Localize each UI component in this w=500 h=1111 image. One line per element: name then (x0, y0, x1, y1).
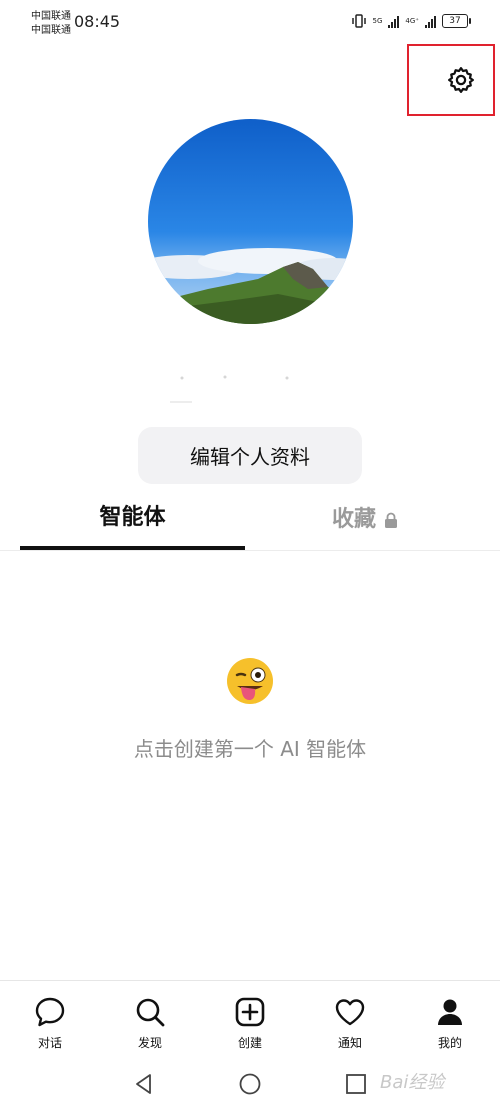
bottom-nav-divider (0, 980, 500, 981)
lock-icon (385, 512, 397, 528)
nav-item-chat[interactable]: 对话 (15, 996, 85, 1051)
plus-square-icon (235, 997, 265, 1027)
carrier-labels: 中国联通 中国联通 (31, 10, 71, 38)
signal-icon (388, 15, 400, 28)
search-icon (136, 998, 165, 1027)
network-type-2: 4G⁺ (405, 16, 419, 25)
empty-state-text: 点击创建第一个 AI 智能体 (133, 737, 367, 761)
gear-icon[interactable] (446, 65, 476, 95)
nav-label: 发现 (137, 1036, 162, 1050)
tab-favorites-label: 收藏 (331, 507, 376, 532)
nav-label: 通知 (337, 1036, 362, 1050)
nav-label: 创建 (237, 1036, 262, 1050)
carrier-2: 中国联通 (31, 25, 71, 36)
person-icon (438, 999, 462, 1025)
battery-icon: 37 (442, 14, 471, 28)
winking-tongue-emoji-icon (227, 658, 273, 704)
nav-item-me[interactable]: 我的 (415, 996, 485, 1051)
edit-profile-button[interactable]: 编辑个人资料 (138, 427, 362, 484)
heart-icon (335, 999, 365, 1026)
network-type-1: 5G (372, 16, 383, 25)
tab-divider (0, 550, 500, 551)
status-icons: 5G 4G⁺ 37 (351, 14, 471, 28)
recents-icon[interactable] (344, 1072, 368, 1096)
home-icon[interactable] (238, 1072, 262, 1096)
tab-favorites[interactable]: 收藏 (300, 500, 430, 540)
nav-label: 对话 (37, 1036, 62, 1050)
username-placeholder (170, 375, 289, 403)
status-time: 08:45 (74, 12, 121, 31)
back-icon[interactable] (132, 1072, 156, 1096)
watermark: Bai经验 (380, 1072, 445, 1093)
vibrate-icon (351, 14, 366, 28)
chat-bubble-icon (35, 997, 65, 1027)
carrier-1: 中国联通 (31, 11, 71, 22)
nav-item-notifications[interactable]: 通知 (315, 996, 385, 1051)
tab-agents[interactable]: 智能体 (20, 500, 245, 540)
nav-item-create[interactable]: 创建 (215, 996, 285, 1051)
signal-icon (425, 15, 436, 28)
nav-item-discover[interactable]: 发现 (115, 996, 185, 1051)
nav-label: 我的 (437, 1036, 462, 1050)
avatar[interactable] (148, 119, 353, 324)
